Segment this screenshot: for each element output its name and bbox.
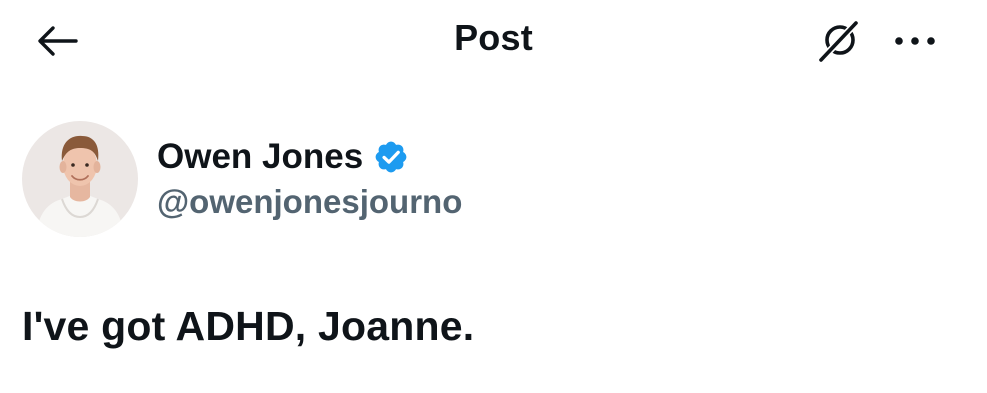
post-author: Owen Jones @owenjonesjourno [22, 121, 962, 239]
verified-badge-icon [375, 141, 407, 173]
author-handle[interactable]: @owenjonesjourno [157, 183, 462, 221]
top-bar: Post [0, 0, 987, 84]
author-display-name: Owen Jones [157, 137, 364, 176]
post-text: I've got ADHD, Joanne. [22, 303, 475, 349]
more-horizontal-icon [895, 37, 935, 45]
grok-icon [817, 19, 860, 64]
grok-button[interactable] [812, 14, 866, 68]
avatar-photo [22, 121, 138, 237]
more-options-button[interactable] [888, 14, 942, 68]
author-name-row[interactable]: Owen Jones [157, 132, 409, 182]
avatar[interactable] [22, 121, 138, 237]
